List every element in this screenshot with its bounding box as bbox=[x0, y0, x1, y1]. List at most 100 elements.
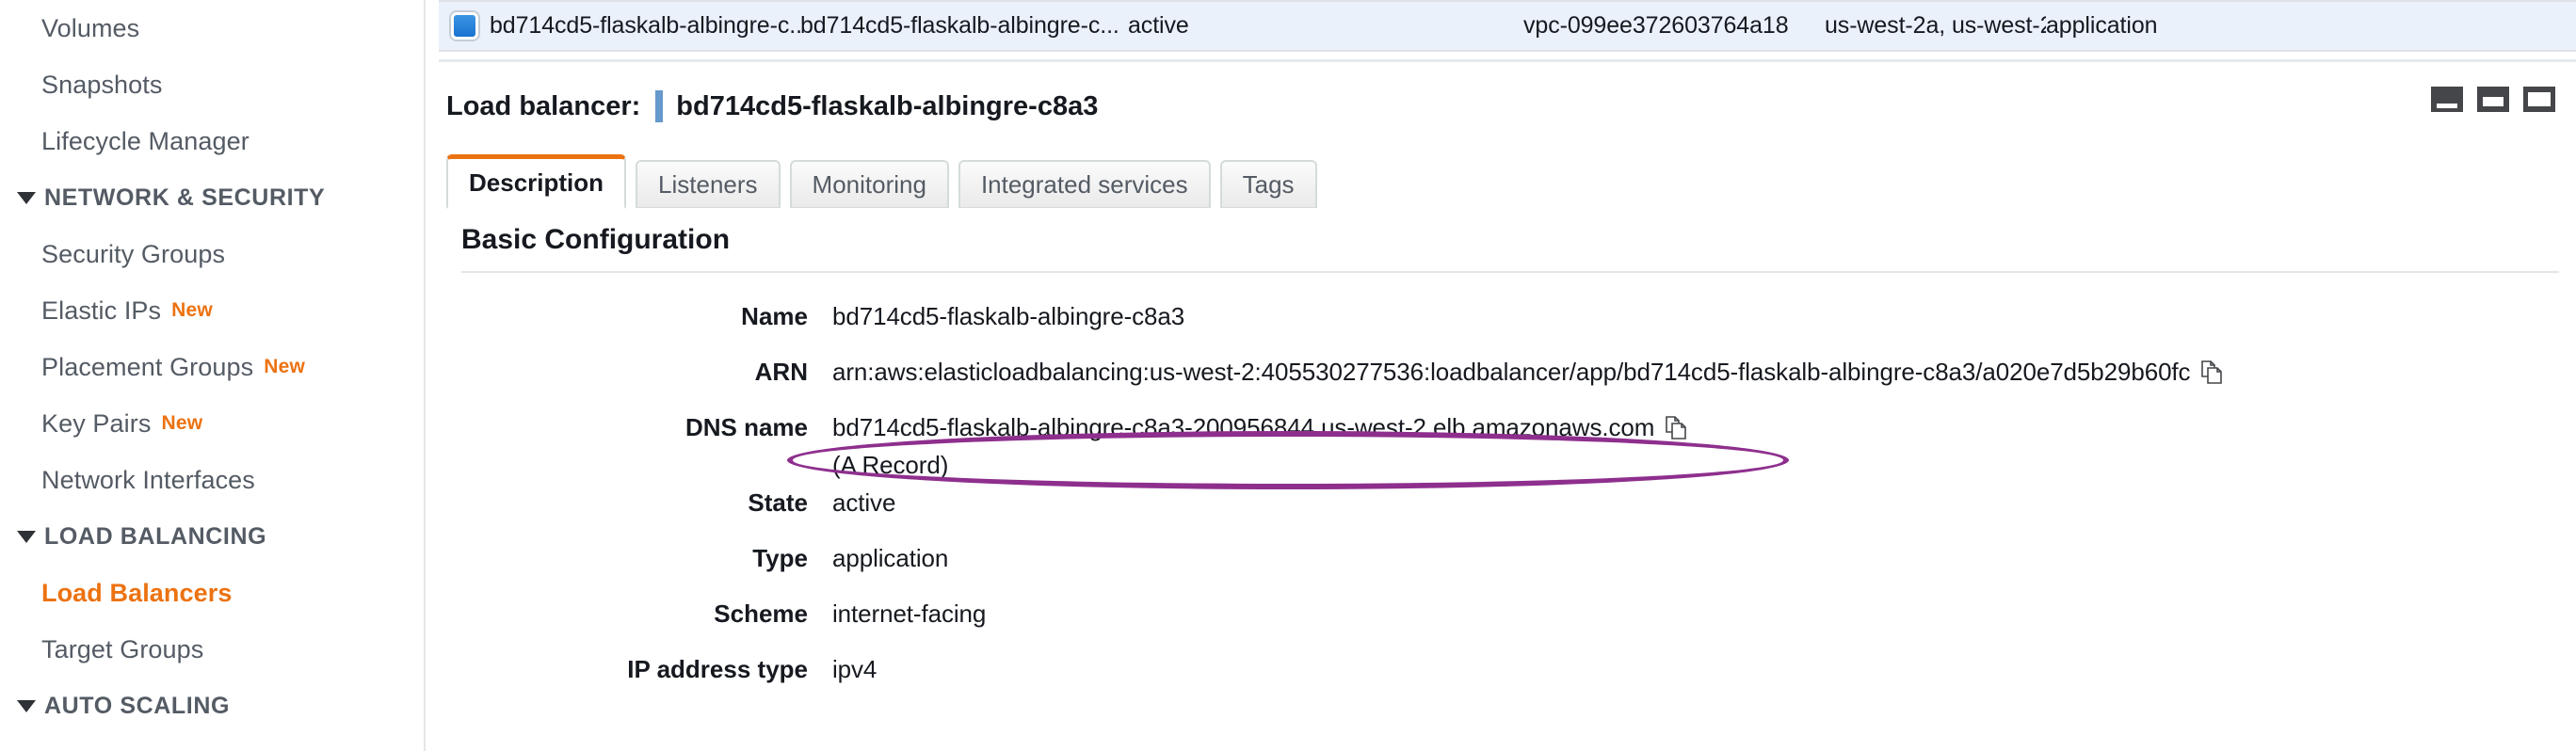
field-value-line-type: application bbox=[832, 539, 948, 577]
sidebar-item-security-groups[interactable]: Security Groups bbox=[41, 226, 424, 282]
sidebar-group-auto-scaling[interactable]: AUTO SCALING bbox=[17, 678, 424, 734]
field-row-scheme: Scheme internet-facing bbox=[427, 595, 2576, 650]
sidebar-group-load-balancing[interactable]: LOAD BALANCING bbox=[17, 508, 424, 565]
tab-label: Integrated services bbox=[980, 169, 1188, 199]
sidebar-item-target-groups[interactable]: Target Groups bbox=[41, 621, 424, 678]
field-value-dns-name: bd714cd5-flaskalb-albingre-c8a3-20095684… bbox=[832, 413, 1655, 441]
field-row-name: Name bd714cd5-flaskalb-albingre-c8a3 bbox=[427, 297, 2576, 353]
sidebar-item-snapshots[interactable]: Snapshots bbox=[41, 56, 424, 113]
load-balancer-detail-panel: Load balancer: bd714cd5-flaskalb-albingr… bbox=[427, 68, 2576, 751]
panel-large-glyph bbox=[2527, 91, 2552, 107]
field-label-dns-name: DNS name bbox=[684, 413, 808, 441]
field-value-line-state: active bbox=[832, 484, 895, 521]
field-label-scheme: Scheme bbox=[714, 599, 808, 628]
field-value-line-name: bd714cd5-flaskalb-albingre-c8a3 bbox=[832, 297, 1184, 335]
tab-monitoring[interactable]: Monitoring bbox=[789, 160, 949, 209]
sidebar-item-elastic-ips[interactable]: Elastic IPs New bbox=[41, 282, 424, 339]
sidebar-group-label: NETWORK & SECURITY bbox=[44, 184, 326, 211]
field-value-wrap-scheme: internet-facing bbox=[832, 595, 986, 632]
tab-label: Monitoring bbox=[812, 169, 926, 199]
left-sidebar-navigation: Volumes Snapshots Lifecycle Manager NETWORK… bbox=[0, 0, 426, 751]
copy-to-clipboard-icon[interactable] bbox=[2201, 358, 2224, 384]
panel-small-glyph bbox=[2436, 103, 2458, 109]
field-value-wrap-dns-name: bd714cd5-flaskalb-albingre-c8a3-20095684… bbox=[832, 408, 1688, 484]
cell-availability-zones: us-west-2a, us-west-2b... bbox=[1825, 12, 2046, 39]
panel-size-controls bbox=[2431, 87, 2555, 112]
tab-integrated-services[interactable]: Integrated services bbox=[958, 160, 1211, 209]
field-value-state: active bbox=[832, 488, 896, 517]
ec2-console-screen: Volumes Snapshots Lifecycle Manager NETWORK… bbox=[0, 0, 2576, 751]
section-title: Basic Configuration bbox=[461, 224, 731, 255]
detail-header-label: Load balancer: bbox=[446, 90, 641, 121]
field-value-wrap-state: active bbox=[832, 484, 895, 521]
field-label-arn: ARN bbox=[754, 358, 808, 386]
detail-panel-header: Load balancer: bd714cd5-flaskalb-albingr… bbox=[427, 77, 2576, 136]
field-value-line-ip-address-type: ipv4 bbox=[832, 650, 877, 688]
sidebar-item-network-interfaces[interactable]: Network Interfaces bbox=[41, 452, 424, 508]
field-value-wrap-name: bd714cd5-flaskalb-albingre-c8a3 bbox=[832, 297, 1184, 335]
basic-configuration-fields: Name bd714cd5-flaskalb-albingre-c8a3 ARN ar… bbox=[427, 297, 2576, 706]
row-checkbox-checked-icon[interactable] bbox=[450, 12, 478, 40]
table-row-selected[interactable]: bd714cd5-flaskalb-albingre-c... bd714cd5… bbox=[439, 0, 2576, 52]
field-value-wrap-ip-address-type: ipv4 bbox=[832, 650, 877, 688]
cell-name: bd714cd5-flaskalb-albingre-c... bbox=[490, 12, 800, 39]
panel-medium-icon[interactable] bbox=[2477, 87, 2509, 112]
field-row-ip-address-type: IP address type ipv4 bbox=[427, 650, 2576, 706]
field-label-type: Type bbox=[752, 544, 808, 572]
sidebar-item-key-pairs[interactable]: Key Pairs New bbox=[41, 395, 424, 452]
tab-tags[interactable]: Tags bbox=[1219, 160, 1317, 209]
copy-to-clipboard-icon[interactable] bbox=[1666, 413, 1688, 439]
field-row-type: Type application bbox=[427, 539, 2576, 595]
tab-description[interactable]: Description bbox=[446, 154, 627, 209]
caret-down-icon bbox=[17, 699, 36, 712]
sidebar-item-label: Security Groups bbox=[41, 239, 226, 268]
field-subvalue-dns-name: (A Record) bbox=[832, 451, 949, 479]
field-value-line-dns-name: bd714cd5-flaskalb-albingre-c8a3-20095684… bbox=[832, 408, 1688, 446]
page-title: bd714cd5-flaskalb-albingre-c8a3 bbox=[676, 90, 1099, 121]
table-bottom-divider bbox=[439, 59, 2576, 62]
sidebar-item-load-balancers[interactable]: Load Balancers bbox=[41, 565, 424, 621]
tab-label: Tags bbox=[1242, 169, 1295, 199]
panel-small-icon[interactable] bbox=[2431, 87, 2463, 112]
caret-down-icon bbox=[17, 530, 36, 543]
field-value-line-arn: arn:aws:elasticloadbalancing:us-west-2:4… bbox=[832, 353, 2224, 391]
field-label-ip-address-type: IP address type bbox=[627, 655, 808, 683]
new-badge: New bbox=[171, 299, 213, 321]
row-checkbox-cell[interactable] bbox=[439, 12, 490, 40]
tabs-underline bbox=[427, 208, 2576, 210]
field-value-line-scheme: internet-facing bbox=[832, 595, 986, 632]
detail-header-accent-bar bbox=[655, 90, 664, 122]
field-value-wrap-arn: arn:aws:elasticloadbalancing:us-west-2:4… bbox=[832, 353, 2224, 391]
sidebar-item-lifecycle-manager[interactable]: Lifecycle Manager bbox=[41, 113, 424, 169]
detail-tabs: Description Listeners Monitoring Integrated… bbox=[446, 154, 1327, 209]
tab-listeners[interactable]: Listeners bbox=[636, 160, 781, 209]
field-row-dns-name: DNS name bd714cd5-flaskalb-albingre-c8a3-… bbox=[427, 408, 2576, 484]
sidebar-group-network-security[interactable]: NETWORK & SECURITY bbox=[17, 169, 424, 226]
panel-large-icon[interactable] bbox=[2523, 87, 2555, 112]
new-badge: New bbox=[264, 356, 305, 377]
caret-down-icon bbox=[17, 191, 36, 204]
cell-dns-name: bd714cd5-flaskalb-albingre-c... bbox=[800, 12, 1119, 39]
field-label-name: Name bbox=[741, 302, 808, 330]
field-value-arn: arn:aws:elasticloadbalancing:us-west-2:4… bbox=[832, 358, 2191, 386]
field-value-scheme: internet-facing bbox=[832, 599, 987, 628]
new-badge: New bbox=[161, 412, 203, 434]
sidebar-item-label: Target Groups bbox=[41, 634, 204, 663]
field-value-name: bd714cd5-flaskalb-albingre-c8a3 bbox=[832, 302, 1185, 330]
tab-label: Description bbox=[469, 168, 604, 197]
cell-type: application bbox=[2046, 12, 2158, 39]
tab-label: Listeners bbox=[658, 169, 758, 199]
sidebar-group-label: AUTO SCALING bbox=[44, 692, 231, 719]
sidebar-item-volumes[interactable]: Volumes bbox=[41, 0, 424, 56]
sidebar-group-label: LOAD BALANCING bbox=[44, 522, 267, 550]
sidebar-item-label: Volumes bbox=[41, 13, 140, 42]
field-row-arn: ARN arn:aws:elasticloadbalancing:us-west-… bbox=[427, 353, 2576, 408]
sidebar-item-placement-groups[interactable]: Placement Groups New bbox=[41, 339, 424, 395]
sidebar-item-label: Elastic IPs bbox=[41, 296, 162, 325]
field-row-state: State active bbox=[427, 484, 2576, 539]
field-label-state: State bbox=[748, 488, 808, 517]
sidebar-item-label: Key Pairs bbox=[41, 408, 152, 438]
load-balancers-table: bd714cd5-flaskalb-albingre-c... bd714cd5… bbox=[427, 0, 2576, 76]
cell-vpc-id: vpc-099ee372603764a18 bbox=[1523, 12, 1789, 39]
field-value-type: application bbox=[832, 544, 949, 572]
